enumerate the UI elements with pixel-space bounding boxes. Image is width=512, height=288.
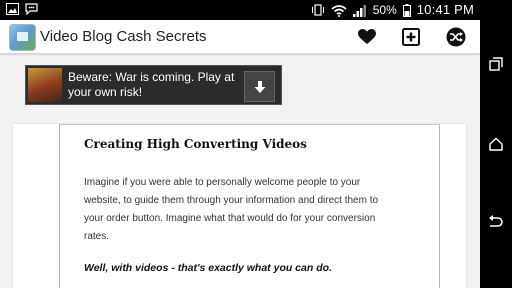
back-button[interactable] xyxy=(486,212,506,232)
home-icon xyxy=(489,137,503,151)
ad-banner[interactable]: Beware: War is coming. Play at your own … xyxy=(25,65,282,105)
clock: 10:41 PM xyxy=(416,2,474,17)
article-emphasis: Well, with videos - that's exactly what … xyxy=(84,262,332,274)
back-icon xyxy=(489,215,503,227)
recents-button[interactable] xyxy=(486,54,506,74)
ad-thumbnail-image xyxy=(28,68,62,102)
status-bar: 50% 10:41 PM xyxy=(0,0,480,20)
image-notification-icon xyxy=(6,3,19,15)
download-arrow-icon xyxy=(254,80,265,93)
wifi-icon xyxy=(331,4,347,17)
battery-percent: 50% xyxy=(372,3,397,17)
app-logo-icon[interactable] xyxy=(9,24,36,51)
content-card: Creating High Converting Videos Imagine … xyxy=(13,124,466,288)
vibrate-icon xyxy=(311,4,324,16)
signal-icon xyxy=(352,4,366,17)
app-window: Video Blog Cash Secrets Beware: War is c… xyxy=(0,20,480,288)
add-button[interactable] xyxy=(400,26,422,48)
favorite-button[interactable] xyxy=(356,26,378,48)
notification-icons xyxy=(6,3,38,15)
ad-download-button[interactable] xyxy=(244,71,275,102)
chat-notification-icon xyxy=(25,3,38,15)
home-button[interactable] xyxy=(486,134,506,154)
navigation-bar xyxy=(480,0,512,288)
battery-icon xyxy=(402,3,411,17)
status-indicators: 50% 10:41 PM xyxy=(311,2,474,18)
add-box-icon xyxy=(402,28,420,46)
article-heading: Creating High Converting Videos xyxy=(84,137,307,151)
app-title: Video Blog Cash Secrets xyxy=(40,28,207,45)
article-paragraph: Imagine if you were able to personally w… xyxy=(84,177,379,242)
recents-icon xyxy=(489,57,503,71)
ad-text: Beware: War is coming. Play at your own … xyxy=(68,70,235,99)
article-frame: Creating High Converting Videos Imagine … xyxy=(59,124,440,288)
shuffle-button[interactable] xyxy=(445,26,467,48)
heart-icon xyxy=(358,29,376,44)
action-bar: Video Blog Cash Secrets xyxy=(0,20,480,54)
shuffle-icon xyxy=(446,27,466,47)
